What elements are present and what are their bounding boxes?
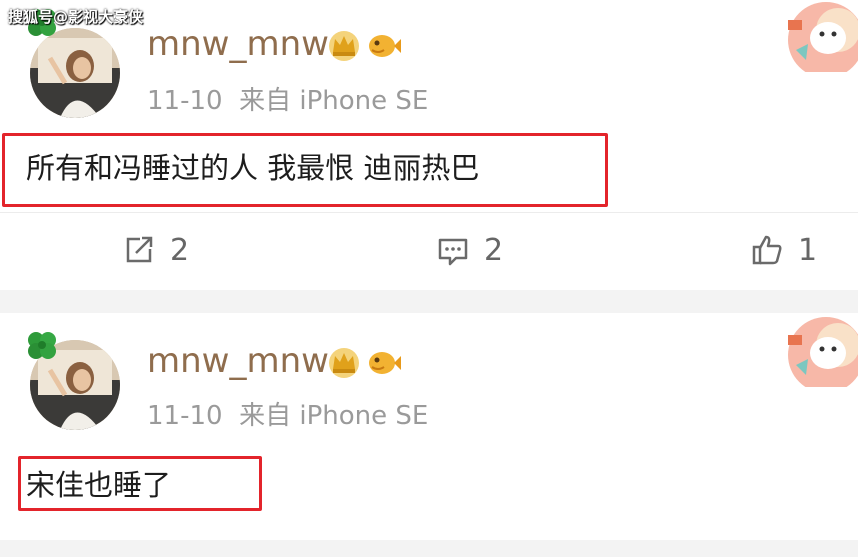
like-count: 1 — [798, 232, 818, 268]
avatar[interactable] — [30, 28, 120, 118]
repost-count: 2 — [170, 232, 190, 268]
decoration-sticker-icon — [788, 317, 858, 387]
post-source: 来自 iPhone SE — [239, 86, 429, 116]
post-time: 11-10 — [147, 86, 223, 116]
comment-icon — [438, 238, 468, 266]
crown-badge-icon — [329, 31, 359, 61]
crown-badge-icon — [329, 348, 359, 378]
fish-badge-icon — [369, 352, 401, 374]
username[interactable]: mnw_mnw — [147, 341, 329, 381]
post-meta: 11-10 来自 iPhone SE — [147, 80, 428, 117]
clover-icon — [28, 332, 56, 359]
like-icon — [752, 235, 782, 265]
card-separator — [0, 290, 858, 313]
post-meta: 11-10 来自 iPhone SE — [147, 395, 428, 432]
decoration-sticker-icon — [788, 2, 858, 72]
comment-button[interactable]: 2 — [436, 230, 503, 270]
comment-card: mnw_mnw 11-10 来自 iPhone SE 所有和冯睡过的人 我最恨 … — [0, 0, 858, 290]
watermark: 搜狐号@影视大豪侠 — [8, 8, 144, 26]
post-source: 来自 iPhone SE — [239, 401, 429, 431]
highlight-box — [2, 133, 608, 207]
highlight-box — [18, 456, 262, 511]
fish-badge-icon — [369, 35, 401, 57]
card-separator — [0, 540, 858, 557]
username[interactable]: mnw_mnw — [147, 24, 329, 64]
post-time: 11-10 — [147, 401, 223, 431]
repost-icon — [126, 236, 153, 263]
divider — [0, 212, 858, 213]
repost-button[interactable]: 2 — [122, 230, 189, 270]
like-button[interactable]: 1 — [750, 230, 817, 270]
comment-count: 2 — [484, 232, 504, 268]
comment-card: mnw_mnw 11-10 来自 iPhone SE 宋佳也睡了 — [0, 313, 858, 543]
